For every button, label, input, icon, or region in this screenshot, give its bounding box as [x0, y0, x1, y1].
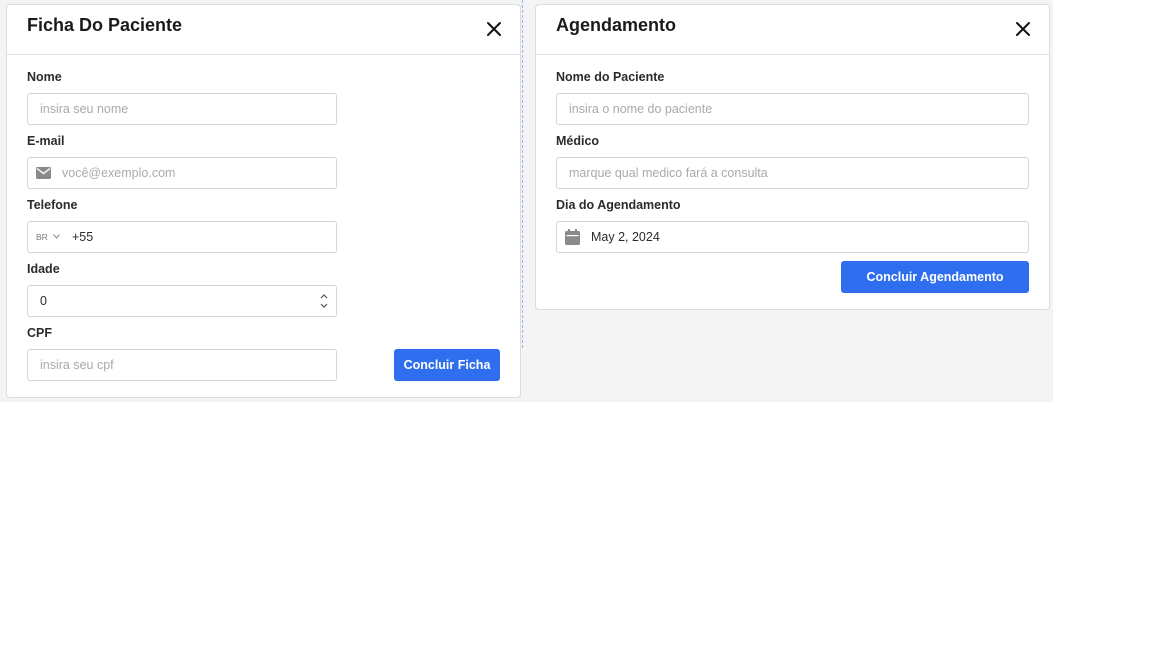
- spinner-icon[interactable]: [320, 292, 328, 310]
- concluir-ficha-button[interactable]: Concluir Ficha: [394, 349, 500, 381]
- idade-number-input[interactable]: 0: [27, 285, 337, 317]
- telefone-label: Telefone: [27, 198, 78, 212]
- medico-input[interactable]: marque qual medico fará a consulta: [556, 157, 1029, 189]
- email-placeholder: você@exemplo.com: [62, 166, 176, 180]
- scheduling-title: Agendamento: [556, 15, 677, 35]
- nome-input[interactable]: insira seu nome: [27, 93, 337, 125]
- cpf-placeholder: insira seu cpf: [40, 358, 114, 372]
- close-icon: [487, 22, 501, 36]
- mail-icon: [36, 167, 51, 179]
- patient-form-title: Ficha Do Paciente: [27, 15, 183, 35]
- paciente-input[interactable]: insira o nome do paciente: [556, 93, 1029, 125]
- patient-form-header: Ficha Do Paciente: [7, 5, 520, 55]
- nome-label: Nome: [27, 70, 62, 84]
- calendar-icon[interactable]: [565, 229, 580, 245]
- medico-label: Médico: [556, 134, 600, 148]
- dia-date-input[interactable]: May 2, 2024: [556, 221, 1029, 253]
- scheduling-header: Agendamento: [536, 5, 1049, 55]
- idade-label: Idade: [27, 262, 60, 276]
- scheduling-panel: Agendamento Nome do Paciente insira o no…: [535, 4, 1050, 310]
- dia-value: May 2, 2024: [591, 230, 660, 244]
- concluir-agendamento-button[interactable]: Concluir Agendamento: [841, 261, 1029, 293]
- idade-value: 0: [40, 294, 47, 308]
- dia-label: Dia do Agendamento: [556, 198, 681, 212]
- close-scheduling-button[interactable]: [1015, 21, 1031, 37]
- medico-placeholder: marque qual medico fará a consulta: [569, 166, 768, 180]
- layout-guide-line: [522, 0, 523, 348]
- telefone-input[interactable]: BR +55: [27, 221, 337, 253]
- cpf-label: CPF: [27, 326, 52, 340]
- cpf-input[interactable]: insira seu cpf: [27, 349, 337, 381]
- close-icon: [1016, 22, 1030, 36]
- paciente-placeholder: insira o nome do paciente: [569, 102, 713, 116]
- chevron-down-icon[interactable]: [53, 234, 60, 239]
- email-label: E-mail: [27, 134, 65, 148]
- email-input[interactable]: você@exemplo.com: [27, 157, 337, 189]
- telefone-value: +55: [72, 230, 94, 244]
- country-code[interactable]: BR: [36, 222, 48, 252]
- patient-form-panel: Ficha Do Paciente Nome insira seu nome E…: [6, 4, 521, 398]
- nome-placeholder: insira seu nome: [40, 102, 129, 116]
- close-patient-form-button[interactable]: [486, 21, 502, 37]
- paciente-label: Nome do Paciente: [556, 70, 665, 84]
